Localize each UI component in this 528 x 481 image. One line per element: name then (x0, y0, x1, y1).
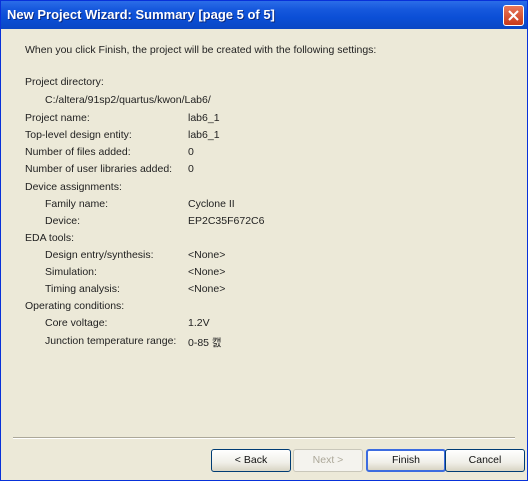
eda-tools-label: EDA tools: (25, 232, 75, 244)
files-added-label: Number of files added: (25, 146, 131, 158)
junction-temp-value: 0-85 캜 (188, 337, 222, 349)
back-button[interactable]: < Back (211, 449, 291, 472)
timing-analysis-value: <None> (188, 283, 226, 295)
finish-button[interactable]: Finish (366, 449, 446, 472)
files-added-value: 0 (188, 146, 194, 158)
top-level-value: lab6_1 (188, 129, 220, 141)
title-bar[interactable]: New Project Wizard: Summary [page 5 of 5… (1, 1, 527, 29)
device-assignments-label: Device assignments: (25, 181, 122, 193)
close-button[interactable] (503, 5, 524, 26)
simulation-label: Simulation: (45, 266, 97, 278)
project-directory-value: C:/altera/91sp2/quartus/kwon/Lab6/ (45, 94, 211, 106)
junction-temp-label: Junction temperature range: (45, 335, 177, 347)
user-libraries-value: 0 (188, 163, 194, 175)
button-divider (13, 437, 515, 439)
user-libraries-label: Number of user libraries added: (25, 163, 173, 175)
project-directory-label: Project directory: (25, 76, 104, 88)
family-name-label: Family name: (45, 198, 109, 210)
operating-conditions-label: Operating conditions: (25, 300, 125, 312)
project-name-label: Project name: (25, 112, 90, 124)
wizard-window: New Project Wizard: Summary [page 5 of 5… (0, 0, 528, 481)
close-icon (508, 10, 519, 21)
next-button[interactable]: Next > (293, 449, 363, 472)
design-entry-label: Design entry/synthesis: (45, 249, 154, 261)
timing-analysis-label: Timing analysis: (45, 283, 120, 295)
design-entry-value: <None> (188, 249, 226, 261)
device-label: Device: (45, 215, 81, 227)
window-title: New Project Wizard: Summary [page 5 of 5… (7, 7, 275, 22)
intro-text: When you click Finish, the project will … (25, 44, 377, 56)
family-name-value: Cyclone II (188, 198, 235, 210)
cancel-button[interactable]: Cancel (445, 449, 525, 472)
core-voltage-value: 1.2V (188, 317, 210, 329)
device-value: EP2C35F672C6 (188, 215, 265, 227)
simulation-value: <None> (188, 266, 226, 278)
project-name-value: lab6_1 (188, 112, 220, 124)
top-level-label: Top-level design entity: (25, 129, 132, 141)
core-voltage-label: Core voltage: (45, 317, 108, 329)
